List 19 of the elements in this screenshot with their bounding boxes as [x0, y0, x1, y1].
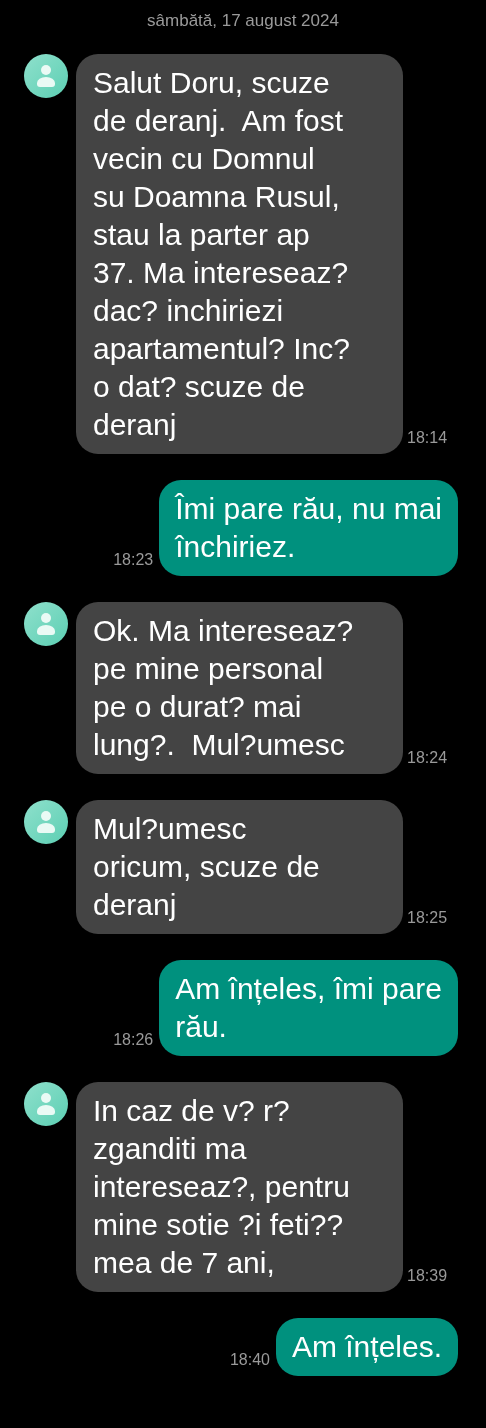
message-time: 18:26 — [113, 1029, 154, 1050]
message-time: 18:40 — [229, 1349, 270, 1370]
message-bubble: Salut Doru, scuze de deranj. Am fost vecin cu Domnul su Doamna Rusul, stau la parter ap 37. Ma intereseaz? dac? inchiriezi apartamentul? Inc? o dat? scuze de deranj — [76, 53, 403, 454]
message-time: 18:14 — [407, 427, 448, 448]
message-bubble: Îmi pare rău, nu mai închiriez. — [159, 479, 458, 576]
contact-avatar-icon — [24, 53, 68, 98]
message-bubble: Mul?umesc oricum, scuze de deranj — [76, 799, 403, 934]
message-bubble: Am înțeles. — [275, 1317, 458, 1376]
message-bubble: Ok. Ma intereseaz? pe mine personal pe o durat? mai lung?. Mul?umesc — [76, 601, 403, 774]
contact-avatar-icon — [24, 799, 68, 844]
message-time: 18:25 — [407, 907, 448, 928]
contact-avatar-icon — [24, 601, 68, 646]
message-bubble: In caz de v? r? zganditi ma intereseaz?, pentru mine sotie ?i feti?? mea de 7 ani, — [76, 1081, 403, 1292]
contact-avatar-icon — [24, 1081, 68, 1126]
message-bubble: Am înțeles, îmi pare rău. — [159, 959, 458, 1056]
message-time: 18:39 — [407, 1265, 448, 1286]
date-header: sâmbătă, 17 august 2024 — [147, 10, 339, 32]
message-time: 18:23 — [113, 549, 154, 570]
message-time: 18:24 — [407, 747, 448, 768]
